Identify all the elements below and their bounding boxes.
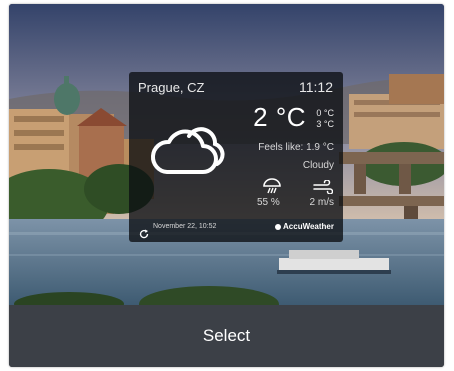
cloud-icon — [145, 118, 225, 178]
theme-preview-card[interactable]: Prague, CZ 11:12 2 °C 0 °C 3 °C Feels li… — [9, 4, 444, 367]
temperature-high: 0 °C — [316, 108, 334, 118]
accuweather-icon — [275, 223, 282, 230]
temperature-low: 3 °C — [316, 119, 334, 129]
last-updated-label: November 22, 10:52 — [153, 223, 217, 230]
provider-logo: AccuWeather — [275, 222, 334, 231]
provider-label: AccuWeather — [283, 222, 334, 231]
temperature-value: 2 °C — [253, 102, 306, 132]
city-label: Prague, CZ — [138, 80, 205, 95]
wind-icon — [313, 179, 334, 195]
umbrella-rain-icon — [262, 177, 282, 195]
time-label: 11:12 — [299, 79, 333, 95]
select-button[interactable]: Select — [9, 305, 444, 367]
wind-value: 2 m/s — [309, 197, 334, 208]
select-label: Select — [202, 326, 251, 345]
weather-widget: Prague, CZ 11:12 2 °C 0 °C 3 °C Feels li… — [129, 72, 343, 242]
condition-label: Cloudy — [302, 160, 334, 171]
precipitation-value: 55 % — [257, 197, 280, 208]
feels-like-label: Feels like: 1.9 °C — [258, 142, 334, 153]
refresh-icon — [139, 224, 149, 239]
